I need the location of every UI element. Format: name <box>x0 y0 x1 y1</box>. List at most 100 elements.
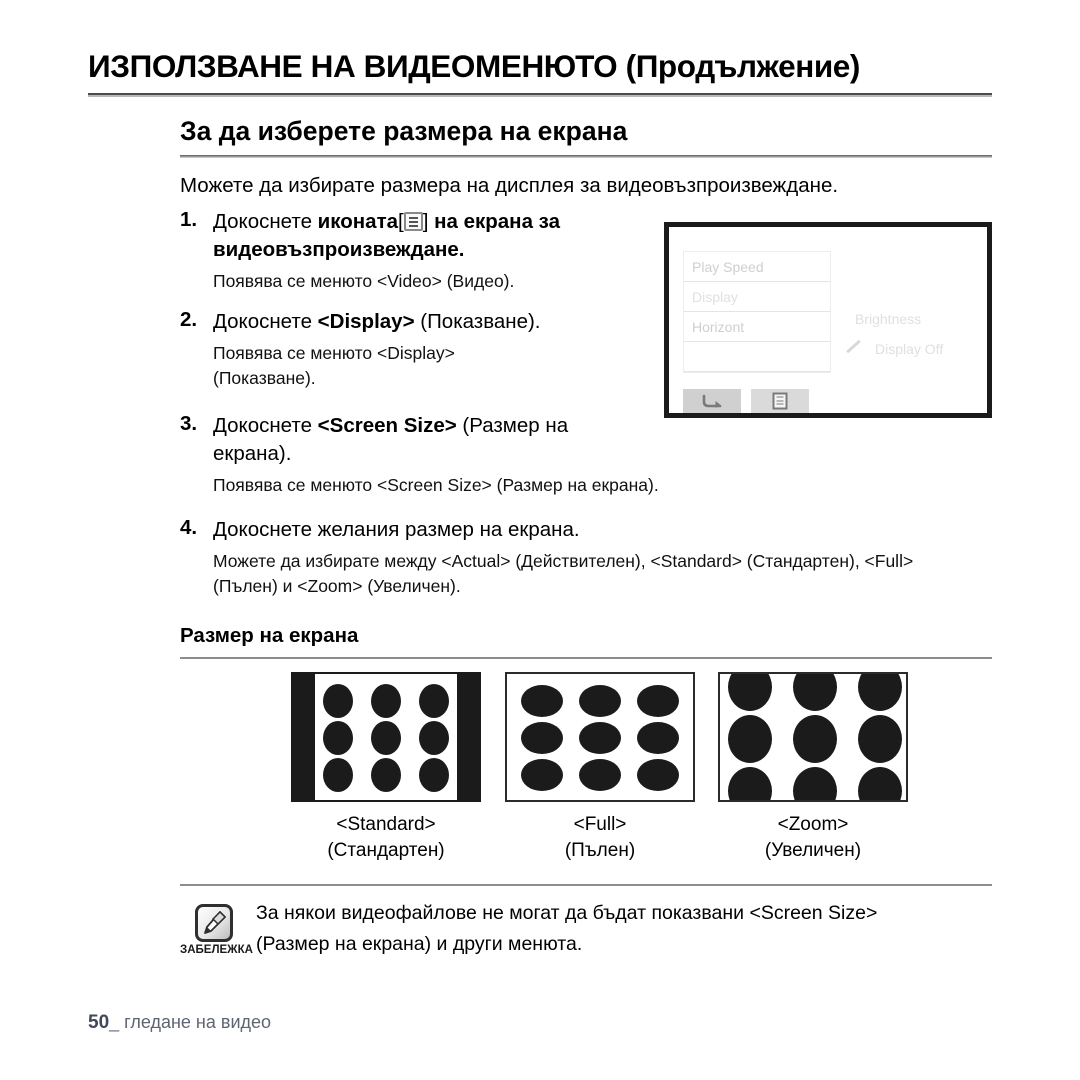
step-subtext: Появява се менюто <Display> (Показване). <box>213 343 455 388</box>
lcd-menu-button[interactable] <box>751 389 809 413</box>
diagram-dot <box>323 684 353 718</box>
diagram-dot <box>858 715 902 763</box>
letterbox-bar-left <box>291 672 315 802</box>
diagram-dot <box>728 767 772 800</box>
step-text-before: Докоснете желания размер на екрана. <box>213 518 580 541</box>
note-block: ЗАБЕЛЕЖКА За някои видеофайлове не могат… <box>180 898 992 960</box>
diagram-content-area <box>315 672 457 802</box>
note-text: За някои видеофайлове не могат да бъдат … <box>256 898 992 960</box>
manual-page: ИЗПОЛЗВАНЕ НА ВИДЕОМЕНЮТО (Продължение) … <box>0 0 1080 1080</box>
diagram-dot <box>728 715 772 763</box>
footer-separator: _ <box>109 1012 120 1032</box>
diagram-frame-standard <box>291 672 481 802</box>
lcd-back-button[interactable] <box>683 389 741 413</box>
screen-size-diagrams: <Standard> (Стандартен) <Full> (Пълен) <… <box>180 672 992 872</box>
step-number: 1. <box>180 208 198 231</box>
step-text-before: Докоснете <box>213 414 318 437</box>
diagram-dot <box>419 721 449 755</box>
diagram-dot <box>793 767 837 800</box>
diagram-dot <box>371 684 401 718</box>
diagram-dot <box>728 674 772 711</box>
title-divider <box>88 93 992 97</box>
page-footer: 50_ гледане на видео <box>88 1012 271 1034</box>
diagram-caption-translation: (Стандартен) <box>327 840 445 861</box>
section-heading: За да изберете размера на екрана <box>180 116 628 146</box>
diagram-dot <box>579 759 621 791</box>
diagram-dot <box>579 685 621 717</box>
step-number: 2. <box>180 308 198 331</box>
diagram-caption-standard: <Standard> (Стандартен) <box>278 812 494 864</box>
lcd-menu-item-play-speed[interactable]: Play Speed <box>684 252 830 282</box>
diagram-dot <box>521 722 563 754</box>
diagram-dot <box>323 758 353 792</box>
back-arrow-icon <box>702 394 722 408</box>
note-icon-wrap: ЗАБЕЛЕЖКА <box>180 904 253 956</box>
diagram-caption-zoom: <Zoom> (Увеличен) <box>705 812 921 864</box>
intro-paragraph: Можете да избирате размера на дисплея за… <box>180 174 839 197</box>
section-divider <box>180 155 992 158</box>
diagram-caption-translation: (Увеличен) <box>764 840 862 861</box>
step-number: 3. <box>180 412 198 435</box>
step-text: Докоснете <Display> (Показване). <box>213 308 650 336</box>
note-label: ЗАБЕЛЕЖКА <box>180 944 253 956</box>
subsection-divider <box>180 657 992 659</box>
footer-label: гледане на видео <box>124 1012 272 1032</box>
note-divider <box>180 884 992 886</box>
diagram-caption-name: <Full> <box>573 814 627 835</box>
diagram-dot <box>419 684 449 718</box>
step-text: Докоснете желания размер на екрана. <box>213 516 992 544</box>
lcd-screen-illustration: Play Speed Display Horizont Brightness D… <box>664 222 992 418</box>
diagram-dot <box>371 758 401 792</box>
lcd-menu-item-display[interactable]: Display <box>684 282 830 312</box>
letterbox-bar-right <box>457 672 481 802</box>
diagram-full: <Full> (Пълен) <box>492 672 708 864</box>
diagram-dot <box>858 767 902 800</box>
footer-page-number: 50 <box>88 1012 110 1033</box>
step-subtext: Появява се менюто <Video> (Видео). <box>213 271 515 291</box>
diagram-dot <box>858 674 902 711</box>
menu-icon <box>403 212 423 231</box>
step-text: Докоснете <Screen Size> (Размер на екран… <box>213 412 650 468</box>
diagram-dot <box>793 674 837 711</box>
diagram-dot <box>323 721 353 755</box>
diagram-caption-name: <Standard> <box>336 814 436 835</box>
step-text: Докоснете иконата[] на екрана за видеовъ… <box>213 208 650 264</box>
page-title: ИЗПОЛЗВАНЕ НА ВИДЕОМЕНЮТО (Продължение) <box>88 48 860 84</box>
lcd-menu-item-blank[interactable] <box>684 342 830 372</box>
diagram-dot <box>521 759 563 791</box>
diagram-dot <box>419 758 449 792</box>
step-item-4: 4. Докоснете желания размер на екрана. М… <box>180 516 992 599</box>
diagram-caption-name: <Zoom> <box>777 814 849 835</box>
note-text-line1: За някои видеофайлове не могат да бъдат … <box>256 902 878 924</box>
diagram-dot <box>521 685 563 717</box>
diagram-frame-zoom <box>718 672 908 802</box>
lcd-label-brightness: Brightness <box>855 311 922 327</box>
step-item-2: 2. Докоснете <Display> (Показване). Появ… <box>180 308 650 391</box>
note-pencil-icon <box>195 904 233 942</box>
diagram-frame-full <box>505 672 695 802</box>
menu-icon <box>772 392 788 410</box>
step-subtext: Можете да избирате между <Actual> (Дейст… <box>213 551 914 596</box>
step-subtext: Появява се менюто <Screen Size> (Размер … <box>213 475 659 495</box>
diagram-zoom: <Zoom> (Увеличен) <box>705 672 921 864</box>
step-text-bold: <Display> <box>317 310 415 333</box>
note-text-line2: (Размер на екрана) и други менюта. <box>256 933 583 955</box>
diagram-dot <box>793 715 837 763</box>
lcd-menu-item-horizont[interactable]: Horizont <box>684 312 830 342</box>
step-text-before: Докоснете <box>213 210 318 233</box>
diagram-dot <box>637 685 679 717</box>
step-number: 4. <box>180 516 198 539</box>
subsection-heading: Размер на екрана <box>180 624 359 647</box>
step-item-1: 1. Докоснете иконата[] на екрана за виде… <box>180 208 650 294</box>
step-text-bold: иконата <box>317 210 399 233</box>
diagram-standard: <Standard> (Стандартен) <box>278 672 494 864</box>
diagram-caption-full: <Full> (Пълен) <box>492 812 708 864</box>
lcd-slash-decoration <box>846 339 861 354</box>
step-item-3: 3. Докоснете <Screen Size> (Размер на ек… <box>180 412 659 498</box>
step-text-bold: <Screen Size> <box>317 414 457 437</box>
diagram-dot <box>637 722 679 754</box>
step-text-after: (Показване). <box>414 310 541 333</box>
lcd-menu-panel: Play Speed Display Horizont <box>683 251 831 373</box>
bracket-open: [ <box>398 210 404 233</box>
diagram-dot <box>371 721 401 755</box>
